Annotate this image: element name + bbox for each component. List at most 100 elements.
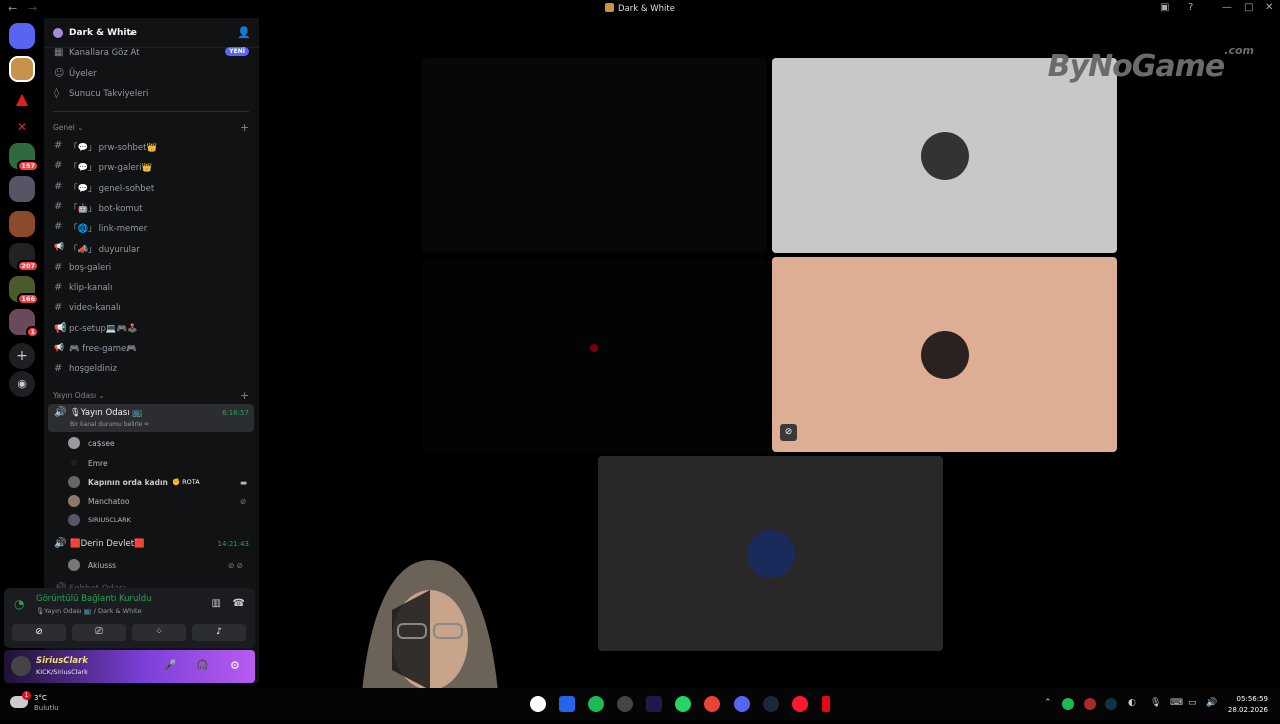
screen-share-tile[interactable] [422, 58, 767, 253]
channel-hash-icon: # [54, 200, 63, 212]
server-group[interactable] [9, 176, 35, 202]
divider [53, 111, 249, 112]
avatar [920, 131, 969, 180]
server-z[interactable]: 157 [9, 143, 39, 172]
explore-icon[interactable]: ◉ [9, 371, 35, 397]
channel-item[interactable]: # hoşgeldiniz [44, 360, 259, 378]
camera-off-button[interactable]: ⊘ [12, 624, 66, 641]
channel-prefix: 「🤖」 [69, 203, 97, 214]
steam-icon[interactable] [763, 696, 779, 712]
microphone-icon[interactable]: 🎤 [164, 660, 176, 671]
voice-timer: 6:16:57 [222, 409, 249, 417]
netflix-icon[interactable] [822, 696, 830, 712]
channel-hash-icon: # [54, 282, 63, 294]
channel-item[interactable]: # 「💬」 prw-sohbet👑 [44, 137, 259, 155]
volume-icon[interactable]: 🔊 [1206, 698, 1217, 708]
chrome-icon[interactable] [704, 696, 720, 712]
voice-channel-2[interactable]: 🔊 🟥Derin Devlet🟥 14:21:43 [48, 536, 254, 554]
server-x-icon[interactable]: ✕ [9, 114, 35, 140]
help-icon[interactable]: ? [1188, 2, 1193, 13]
tray-spotify-icon[interactable] [1062, 698, 1074, 710]
channel-hash-icon: # [54, 363, 63, 375]
keyboard-icon[interactable]: ⌨ [1170, 698, 1183, 708]
system-clock[interactable]: 05:56:59 28.02.2026 [1228, 694, 1268, 716]
server-r[interactable] [9, 211, 35, 237]
channel-item[interactable]: 📢 🎮 free-game🎮 [44, 340, 259, 358]
whatsapp-icon[interactable] [675, 696, 691, 712]
channel-status[interactable]: Bir kanal durumu belirle ✏ [70, 421, 149, 428]
server-dark-white[interactable] [9, 56, 35, 82]
invite-icon[interactable]: 👤 [237, 26, 251, 39]
browse-channels[interactable]: ▦ Kanallara Göz At YENİ [44, 44, 259, 62]
red-dot-icon [590, 344, 598, 352]
disconnect-icon[interactable]: ☎ [233, 598, 245, 609]
server-red-icon[interactable]: ▲ [9, 86, 35, 112]
members[interactable]: ☺ Üyeler [44, 65, 259, 83]
add-channel-icon[interactable]: + [240, 121, 249, 134]
user-panel: SiriusClark KICK/SiriusClark 🎤 🎧 ⚙ [4, 650, 255, 683]
channel-prefix: 「💬」 [69, 163, 97, 174]
channel-hash-icon: # [54, 180, 63, 192]
close-icon[interactable]: ✕ [1265, 2, 1273, 13]
voice-timer: 14:21:43 [217, 540, 249, 548]
avatar[interactable] [11, 656, 31, 676]
settings-gear-icon[interactable]: ⚙ [230, 659, 240, 672]
unread-badge: 207 [17, 260, 39, 272]
channel-item[interactable]: # 「💬」 genel-sohbet [44, 178, 259, 196]
tray-mic-icon[interactable]: 🎙 [1150, 698, 1161, 708]
participant-tile-3[interactable] [598, 456, 943, 651]
avatar [746, 529, 795, 578]
maximize-icon[interactable]: □ [1244, 2, 1253, 13]
category-stream[interactable]: Yayın Odası ⌄ + [53, 389, 253, 402]
tray-chevron-icon[interactable]: ⌃ [1044, 698, 1052, 708]
server-boosts[interactable]: ◊ Sunucu Takviyeleri [44, 85, 259, 103]
voice-channel-name: 🎙Yayın Odası 📺 [70, 408, 143, 418]
category-general[interactable]: Genel ⌄ + [53, 121, 253, 134]
tray-app-icon[interactable] [1105, 698, 1117, 710]
channel-item[interactable]: 📢 pc-setup💻🎮🕹️ [44, 320, 259, 338]
server-misc[interactable]: 1 [9, 309, 39, 338]
add-channel-icon[interactable]: + [240, 389, 249, 402]
channel-item[interactable]: # boş-galeri [44, 259, 259, 277]
discord-home-icon[interactable] [9, 23, 35, 49]
headphones-icon[interactable]: 🎧 [196, 660, 208, 671]
username[interactable]: SiriusClark [36, 656, 88, 666]
discord-taskbar-icon[interactable] [734, 696, 750, 712]
muted-mic-icon: ⊘ [240, 497, 247, 506]
screen-icon[interactable]: ▣ [1160, 2, 1169, 13]
avatar [68, 437, 80, 449]
compass-icon: ▦ [54, 47, 64, 58]
monitor-icon[interactable]: ▭ [1188, 698, 1197, 708]
channel-item[interactable]: # 「🌐」 link-memer [44, 218, 259, 236]
obs-icon[interactable] [617, 696, 633, 712]
channel-item[interactable]: # video-kanalı [44, 299, 259, 317]
activities-button[interactable]: ⁘ [132, 624, 186, 641]
channel-hash-icon: 📢 [54, 343, 64, 352]
voice-channel-active[interactable]: 🔊 🎙Yayın Odası 📺 6:16:57 Bir kanal durum… [48, 404, 254, 432]
soundboard-button[interactable]: ♪ [192, 624, 246, 641]
settings-app-icon[interactable] [530, 696, 546, 712]
noise-suppression-icon[interactable]: ▥ [212, 598, 221, 609]
add-server-icon[interactable]: + [9, 343, 35, 369]
server-j[interactable]: 207 [9, 243, 39, 272]
screen-share-button[interactable]: ⎚ [72, 624, 126, 641]
voice-status[interactable]: Görüntülü Bağlantı Kuruldu [36, 594, 152, 604]
tray-app-icon[interactable] [1084, 698, 1096, 710]
spotify-icon[interactable] [588, 696, 604, 712]
participant-tile-2[interactable]: ⊘ [772, 257, 1117, 452]
channel-item[interactable]: 📢 「📣」 duyurular [44, 239, 259, 257]
minimize-icon[interactable]: — [1222, 2, 1232, 13]
premiere-icon[interactable] [646, 696, 662, 712]
tray-steam-icon[interactable]: ◐ [1128, 698, 1136, 708]
channel-item[interactable]: # 「💬」 prw-galeri👑 [44, 157, 259, 175]
server-rail: ▲ ✕ 157 207 166 1 + ◉ [0, 18, 44, 683]
store-app-icon[interactable] [559, 696, 575, 712]
voice-location[interactable]: 🎙Yayın Odası 📺 / Dark & White [36, 607, 142, 615]
dark-tile[interactable] [422, 258, 767, 453]
participant-tile-1[interactable] [772, 58, 1117, 253]
opera-icon[interactable] [792, 696, 808, 712]
channel-item[interactable]: # klip-kanalı [44, 279, 259, 297]
server-game[interactable]: 166 [9, 276, 39, 305]
watermark-logo: ByNoGame.com [1047, 44, 1254, 84]
channel-item[interactable]: # 「🤖」 bot-komut [44, 198, 259, 216]
